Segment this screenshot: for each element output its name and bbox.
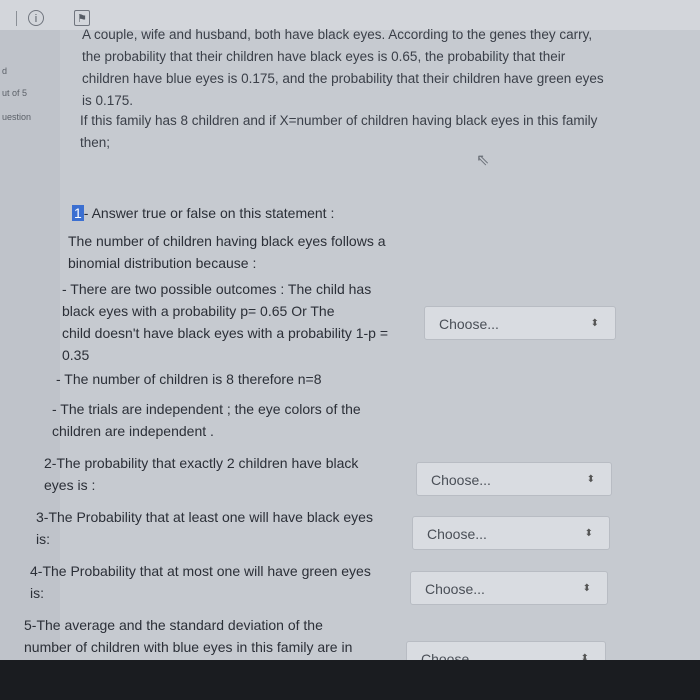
q1-title: 1- Answer true or false on this statemen…: [72, 202, 334, 224]
select-caret-icon: ⬍: [586, 474, 595, 485]
q5-text: 5-The average and the standard deviation…: [24, 614, 352, 658]
q4-text: 4-The Probability that at most one will …: [30, 560, 371, 604]
q1-number: 1: [72, 205, 84, 221]
mouse-pointer-icon: ⇖: [476, 152, 490, 169]
condition-line: then;: [80, 135, 111, 150]
question-condition: If this family has 8 children and if X=n…: [80, 110, 628, 154]
q2-line: eyes is :: [44, 477, 96, 493]
sidebar-status: d: [2, 66, 8, 76]
stem-line: A couple, wife and husband, both have bl…: [82, 27, 593, 42]
q4-line: is:: [30, 585, 44, 601]
q3-answer-select[interactable]: Choose... ⬍: [412, 516, 610, 550]
q3-line: is:: [36, 531, 50, 547]
q4-line: 4-The Probability that at most one will …: [30, 563, 371, 579]
q1-title-text: - Answer true or false on this statement…: [83, 205, 335, 221]
sidebar-points: ut of 5: [2, 88, 28, 98]
info-icon[interactable]: i: [28, 10, 44, 26]
q1-line: binomial distribution because :: [68, 255, 257, 271]
q1-line: 0.35: [62, 347, 90, 363]
q1-line: The number of children having black eyes…: [68, 233, 386, 249]
q1-answer-select[interactable]: Choose... ⬍: [424, 306, 616, 340]
q1-reason-outcomes: - There are two possible outcomes : The …: [62, 278, 388, 366]
select-caret-icon: ⬍: [590, 318, 599, 329]
condition-line: If this family has 8 children and if X=n…: [80, 113, 598, 128]
q5-line: number of children with blue eyes in thi…: [24, 639, 353, 655]
question-stem: A couple, wife and husband, both have bl…: [82, 24, 630, 112]
q1-reason-independence: - The trials are independent ; the eye c…: [52, 398, 361, 442]
q1-statement: The number of children having black eyes…: [68, 230, 386, 274]
select-value: Choose...: [431, 472, 491, 488]
q1-line: - The trials are independent ; the eye c…: [52, 401, 361, 417]
toolbar-divider: [16, 11, 17, 26]
stem-line: is 0.175.: [82, 93, 134, 108]
q1-reason-trials: - The number of children is 8 therefore …: [56, 371, 322, 387]
q3-line: 3-The Probability that at least one will…: [36, 509, 373, 525]
select-value: Choose...: [425, 581, 485, 597]
q1-line: children are independent .: [52, 423, 214, 439]
q3-text: 3-The Probability that at least one will…: [36, 506, 373, 550]
select-caret-icon: ⬍: [584, 528, 593, 539]
select-caret-icon: ⬍: [582, 583, 591, 594]
stem-line: the probability that their children have…: [82, 49, 566, 64]
q5-line: 5-The average and the standard deviation…: [24, 617, 323, 633]
stem-line: children have blue eyes is 0.175, and th…: [82, 71, 604, 86]
sidebar-flag-label: uestion: [2, 112, 32, 122]
q4-answer-select[interactable]: Choose... ⬍: [410, 571, 608, 605]
q2-answer-select[interactable]: Choose... ⬍: [416, 462, 612, 496]
select-value: Choose...: [427, 526, 487, 542]
select-value: Choose...: [439, 316, 499, 332]
q1-line: - There are two possible outcomes : The …: [62, 281, 372, 297]
q2-text: 2-The probability that exactly 2 childre…: [44, 452, 358, 496]
q2-line: 2-The probability that exactly 2 childre…: [44, 455, 359, 471]
screen-bezel: [0, 660, 700, 700]
q1-line: child doesn't have black eyes with a pro…: [62, 325, 389, 341]
q1-line: black eyes with a probability p= 0.65 Or…: [62, 303, 335, 319]
